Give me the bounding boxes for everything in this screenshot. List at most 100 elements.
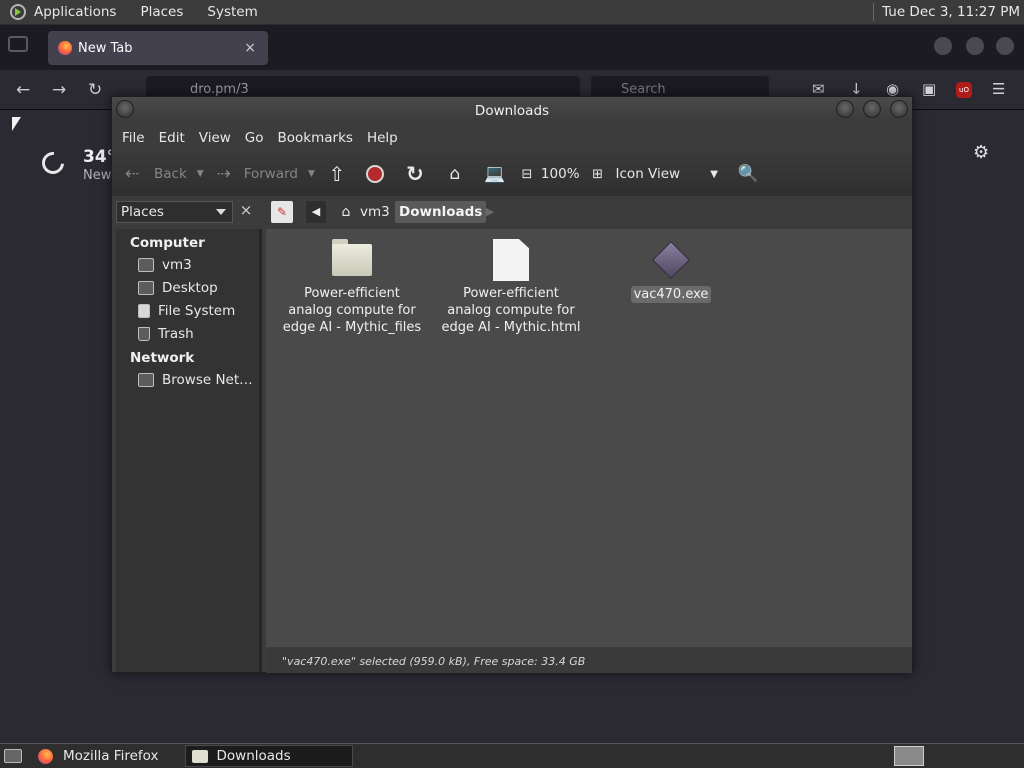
sidebar-type-selector[interactable]: Places <box>116 201 233 223</box>
url-text: dro.pm/3 <box>190 82 249 97</box>
window-titlebar[interactable]: Downloads <box>112 97 912 124</box>
ublock-origin-icon[interactable]: uO <box>956 82 972 98</box>
reload-button[interactable]: ↻ <box>403 152 427 196</box>
firefox-close-button[interactable] <box>996 37 1014 55</box>
newtab-settings-gear-icon[interactable]: ⚙ <box>973 142 989 163</box>
toolbar: ⇠ Back ▼ ⇢ Forward ▼ ⇧ ↻ ⌂ 💻 ⊟ 100% ⊞ Ic… <box>112 152 912 196</box>
forward-history-dropdown-icon[interactable]: ▼ <box>308 169 315 179</box>
gnome-foot-icon <box>10 4 26 20</box>
menu-bar: File Edit View Go Bookmarks Help <box>112 124 912 152</box>
forward-button[interactable]: ⇢ Forward ▼ <box>212 152 323 196</box>
home-folder-icon: ⌂ <box>449 164 461 184</box>
window-menu-button[interactable] <box>116 100 134 118</box>
desktop-icon <box>138 281 154 295</box>
show-desktop-icon[interactable] <box>4 749 22 763</box>
workspace-switcher[interactable] <box>894 746 924 766</box>
menu-bookmarks[interactable]: Bookmarks <box>272 130 359 146</box>
network-icon <box>138 373 154 387</box>
sidebar-item-browse-network[interactable]: Browse Net… <box>138 370 260 390</box>
breadcrumb-downloads[interactable]: Downloads <box>395 201 487 223</box>
view-mode-selector[interactable]: Icon View ▼ <box>616 152 727 196</box>
file-item-html[interactable]: Power-efficient analog compute for edge … <box>441 239 581 336</box>
file-icon-view[interactable]: Power-efficient analog compute for edge … <box>266 229 912 647</box>
forward-arrow-icon[interactable]: → <box>52 80 66 100</box>
file-item-exe[interactable]: vac470.exe <box>601 239 741 303</box>
up-button[interactable]: ⇧ <box>325 152 349 196</box>
close-button[interactable] <box>890 100 908 118</box>
folder-icon <box>191 749 208 763</box>
sidebar-item-file-system[interactable]: File System <box>138 301 260 321</box>
file-manager-window: Downloads File Edit View Go Bookmarks He… <box>111 96 913 673</box>
firefox-tab[interactable]: New Tab × <box>48 31 268 65</box>
back-button[interactable]: ⇠ Back ▼ <box>120 152 212 196</box>
view-mode-dropdown-icon: ▼ <box>710 168 718 180</box>
home-button[interactable]: ⌂ <box>443 152 467 196</box>
system-menu[interactable]: System <box>195 0 269 25</box>
places-sidebar: Computer vm3 Desktop File System Trash N… <box>116 229 262 672</box>
breadcrumb-scroll-right-icon[interactable]: ▶ <box>482 201 498 223</box>
top-panel: Applications Places System Tue Dec 3, 11… <box>0 0 1024 25</box>
location-bar: Places × ✎ ◀ ⌂ vm3 Downloads ▶ <box>112 196 912 228</box>
executable-icon <box>652 241 690 279</box>
search-icon: 🔍 <box>737 164 759 184</box>
search-placeholder: Search <box>621 82 666 97</box>
search-button[interactable]: 🔍 <box>736 152 760 196</box>
sidebar-item-trash[interactable]: Trash <box>138 324 260 344</box>
stop-button[interactable] <box>363 152 387 196</box>
back-history-dropdown-icon[interactable]: ▼ <box>197 169 204 179</box>
status-bar: "vac470.exe" selected (959.0 kB), Free s… <box>266 649 912 673</box>
breadcrumb-vm3[interactable]: ⌂ vm3 <box>334 201 390 223</box>
menu-help[interactable]: Help <box>361 130 404 146</box>
zoom-in-icon: ⊞ <box>592 166 603 182</box>
panel-clock[interactable]: Tue Dec 3, 11:27 PM <box>873 3 1024 21</box>
edit-location-icon[interactable]: ✎ <box>271 201 293 223</box>
folder-icon <box>330 239 374 277</box>
tab-title: New Tab <box>78 40 133 56</box>
sidebar-heading-computer: Computer <box>130 235 205 251</box>
firefox-tab-bar: New Tab × <box>0 25 1024 70</box>
hamburger-menu-icon[interactable]: ☰ <box>992 80 1005 98</box>
zoom-out-button[interactable]: ⊟ <box>515 152 539 196</box>
trash-icon <box>138 327 150 341</box>
maximize-button[interactable] <box>863 100 881 118</box>
up-arrow-icon: ⇧ <box>328 162 346 186</box>
firefox-favicon-icon <box>58 41 72 55</box>
firefox-maximize-button[interactable] <box>966 37 984 55</box>
tab-close-icon[interactable]: × <box>244 40 256 56</box>
menu-edit[interactable]: Edit <box>153 130 191 146</box>
sidebar-item-desktop[interactable]: Desktop <box>138 278 260 298</box>
stop-icon <box>363 162 387 186</box>
extensions-icon[interactable]: ▣ <box>922 80 936 98</box>
file-item-folder[interactable]: Power-efficient analog compute for edge … <box>282 239 422 336</box>
computer-button[interactable]: 💻 <box>483 152 507 196</box>
zoom-in-button[interactable]: ⊞ <box>586 152 610 196</box>
computer-icon: 💻 <box>484 164 506 184</box>
menu-view[interactable]: View <box>193 130 237 146</box>
applications-menu[interactable]: Applications <box>0 0 128 25</box>
close-sidebar-icon[interactable]: × <box>236 201 256 223</box>
file-system-icon <box>138 304 150 318</box>
reload-icon[interactable]: ↻ <box>88 80 102 100</box>
firefox-minimize-button[interactable] <box>934 37 952 55</box>
firefox-view-icon[interactable] <box>8 36 28 52</box>
file-name: Power-efficient analog compute for edge … <box>441 286 581 335</box>
sidebar-item-vm3[interactable]: vm3 <box>138 255 260 275</box>
back-icon: ⇠ <box>124 164 140 184</box>
zoom-out-icon: ⊟ <box>521 166 533 182</box>
clock-separator <box>873 3 875 21</box>
sidebar-selector-dropdown-icon <box>216 209 226 215</box>
taskbar-item-downloads[interactable]: Downloads <box>184 745 353 767</box>
reload-icon: ↻ <box>406 162 424 186</box>
taskbar-item-firefox[interactable]: Mozilla Firefox <box>32 745 165 767</box>
window-title: Downloads <box>474 102 550 119</box>
back-arrow-icon[interactable]: ← <box>16 80 30 100</box>
menu-file[interactable]: File <box>116 130 151 146</box>
file-name-selected: vac470.exe <box>630 286 712 303</box>
menu-go[interactable]: Go <box>239 130 270 146</box>
html-document-icon <box>493 239 529 281</box>
forward-icon: ⇢ <box>216 164 231 184</box>
minimize-button[interactable] <box>836 100 854 118</box>
weather-location: New <box>83 168 112 183</box>
breadcrumb-scroll-left-icon[interactable]: ◀ <box>306 201 326 223</box>
places-menu[interactable]: Places <box>128 0 195 25</box>
